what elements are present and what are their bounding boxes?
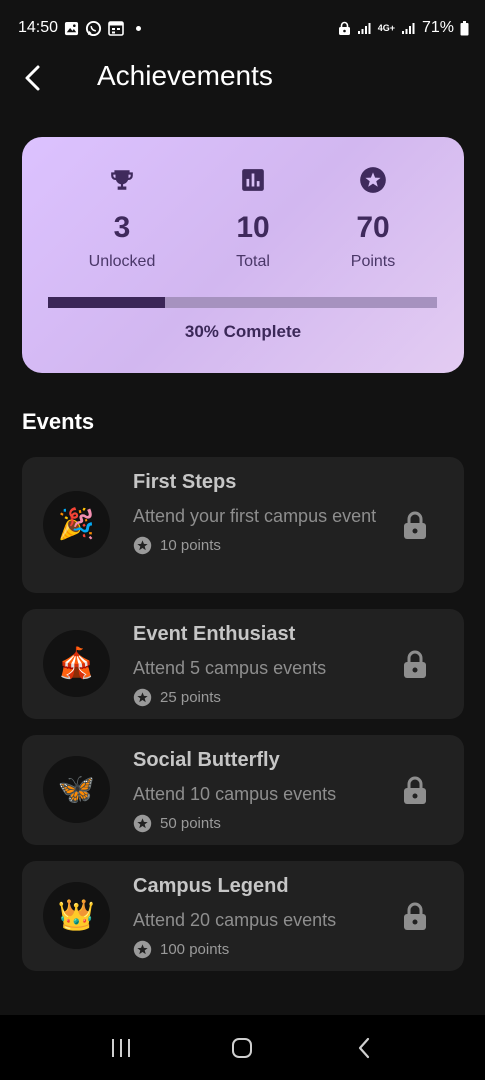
system-back-button[interactable] <box>344 1028 384 1068</box>
progress-bar <box>48 297 437 308</box>
achievement-emoji: 🦋 <box>57 773 96 806</box>
achievement-description: Attend 20 campus events <box>133 910 337 930</box>
recent-apps-button[interactable] <box>101 1028 141 1068</box>
achievement-points: 50 points <box>160 815 221 832</box>
achievement-title: Event Enthusiast <box>133 623 296 645</box>
app-bar: Achievements <box>0 56 485 100</box>
stat-total: 10 Total <box>198 165 308 271</box>
achievement-card[interactable]: 🦋 Social Butterfly Attend 10 campus even… <box>22 735 464 845</box>
circus-tent-icon: 🎪 <box>43 630 110 697</box>
achievement-points-row: 10 points <box>133 536 383 555</box>
calendar-notification-icon <box>108 20 124 36</box>
system-nav-bar <box>0 1015 485 1080</box>
achievement-points-row: 100 points <box>133 940 383 959</box>
achievement-title: Campus Legend <box>133 875 289 897</box>
gallery-notification-icon <box>64 21 79 36</box>
achievement-title: First Steps <box>133 471 237 493</box>
unlocked-count: 3 <box>113 211 131 244</box>
lock-status-icon <box>338 21 351 36</box>
achievement-emoji: 🎪 <box>57 647 96 680</box>
star-circle-icon <box>133 536 152 555</box>
status-left: 14:50 <box>18 19 142 37</box>
star-circle-icon <box>133 940 152 959</box>
stat-points: 70 Points <box>318 165 428 271</box>
achievement-emoji: 👑 <box>57 899 96 932</box>
status-time: 14:50 <box>18 19 59 36</box>
achievement-card[interactable]: 👑 Campus Legend Attend 20 campus events … <box>22 861 464 971</box>
achievement-body: First Steps Attend your first campus eve… <box>133 471 383 555</box>
points-label: Points <box>350 253 396 270</box>
battery-percent: 71% <box>421 19 454 36</box>
progress-text: 30% Complete <box>184 322 302 341</box>
achievement-points: 100 points <box>160 941 230 958</box>
achievement-emoji: 🎉 <box>57 508 96 541</box>
points-count: 70 <box>356 211 390 244</box>
lock-icon <box>404 776 426 804</box>
lock-icon <box>404 650 426 678</box>
crown-icon: 👑 <box>43 882 110 949</box>
achievement-points: 10 points <box>160 537 221 554</box>
achievement-points-row: 25 points <box>133 688 383 707</box>
signal-icon <box>357 22 372 35</box>
network-type-label: 4G+ <box>377 22 395 33</box>
page-title: Achievements <box>97 60 273 91</box>
star-circle-icon <box>133 814 152 833</box>
achievement-card[interactable]: 🎪 Event Enthusiast Attend 5 campus event… <box>22 609 464 719</box>
butterfly-icon: 🦋 <box>43 756 110 823</box>
achievement-title: Social Butterfly <box>133 749 280 771</box>
whatsapp-notification-icon <box>85 20 102 37</box>
progress-bar-fill <box>48 297 165 308</box>
stat-unlocked: 3 Unlocked <box>67 165 177 271</box>
total-label: Total <box>236 253 270 270</box>
achievement-description: Attend 10 campus events <box>133 784 337 804</box>
achievement-list: 🎉 First Steps Attend your first campus e… <box>22 457 464 987</box>
section-title-events: Events <box>22 409 95 434</box>
achievement-points: 25 points <box>160 689 221 706</box>
total-count: 10 <box>236 211 270 244</box>
unlocked-label: Unlocked <box>88 253 156 270</box>
achievement-summary-card: 3 Unlocked 10 Total 70 Points 30% Comple… <box>22 137 464 373</box>
back-button[interactable] <box>14 58 50 98</box>
trophy-icon <box>67 165 177 195</box>
achievement-body: Event Enthusiast Attend 5 campus events … <box>133 623 383 707</box>
chevron-left-icon <box>25 65 40 91</box>
achievement-description: Attend your first campus event <box>133 506 377 526</box>
more-notifications-dot <box>136 25 142 31</box>
achievement-card[interactable]: 🎉 First Steps Attend your first campus e… <box>22 457 464 593</box>
achievement-body: Campus Legend Attend 20 campus events 10… <box>133 875 383 959</box>
home-button[interactable] <box>222 1028 262 1068</box>
lock-icon <box>404 902 426 930</box>
home-icon <box>232 1037 253 1058</box>
signal-icon-2 <box>401 22 416 35</box>
status-bar: 14:50 4G+ 71% <box>0 0 485 56</box>
star-circle-icon <box>318 165 428 195</box>
achievement-points-row: 50 points <box>133 814 383 833</box>
bar-chart-icon <box>198 165 308 195</box>
recent-apps-icon <box>111 1038 130 1057</box>
party-popper-icon: 🎉 <box>43 491 110 558</box>
achievement-description: Attend 5 campus events <box>133 658 327 678</box>
status-right: 4G+ 71% <box>338 19 469 37</box>
star-circle-icon <box>133 688 152 707</box>
achievement-body: Social Butterfly Attend 10 campus events… <box>133 749 383 833</box>
chevron-left-icon <box>359 1037 370 1058</box>
battery-icon <box>460 20 469 36</box>
lock-icon <box>404 511 426 539</box>
